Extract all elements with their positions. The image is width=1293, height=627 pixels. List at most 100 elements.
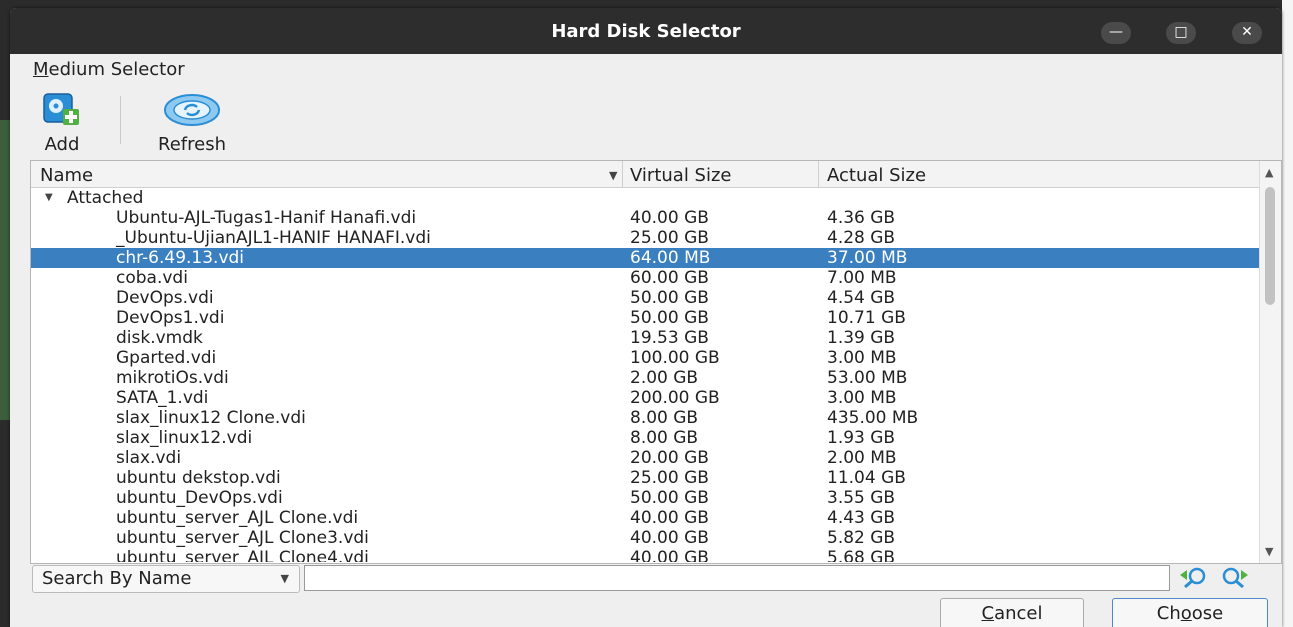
search-previous-icon[interactable] bbox=[1177, 567, 1211, 589]
virtual-size-cell: 50.00 GB bbox=[630, 488, 709, 508]
title-bar[interactable]: Hard Disk Selector — □ ✕ bbox=[10, 8, 1282, 54]
table-row[interactable]: Ubuntu-AJL-Tugas1-Hanif Hanafi.vdi 40.00 … bbox=[31, 208, 1259, 228]
refresh-label: Refresh bbox=[158, 134, 226, 155]
sort-indicator-icon: ▼ bbox=[609, 169, 618, 182]
table-row[interactable]: ubuntu_server_AJL Clone4.vdi 40.00 GB 5.68… bbox=[31, 548, 1259, 562]
virtual-size-cell: 60.00 GB bbox=[630, 268, 709, 288]
virtual-size-cell: 64.00 MB bbox=[630, 248, 711, 268]
actual-size-cell: 2.00 MB bbox=[827, 448, 897, 468]
column-divider[interactable] bbox=[622, 161, 623, 187]
table-row[interactable]: SATA_1.vdi 200.00 GB 3.00 MB bbox=[31, 388, 1259, 408]
virtual-size-cell: 40.00 GB bbox=[630, 508, 709, 528]
group-row-attached[interactable]: ▼ Attached bbox=[31, 188, 1259, 208]
actual-size-cell: 10.71 GB bbox=[827, 308, 906, 328]
medium-name-cell: mikrotiOs.vdi bbox=[116, 368, 229, 388]
medium-name-cell: ubuntu_server_AJL Clone.vdi bbox=[116, 508, 359, 528]
actual-size-cell: 5.82 GB bbox=[827, 528, 896, 548]
table-row[interactable]: ubuntu_server_AJL Clone3.vdi 40.00 GB 5.82… bbox=[31, 528, 1259, 548]
table-row[interactable]: DevOps.vdi 50.00 GB 4.54 GB bbox=[31, 288, 1259, 308]
virtual-size-cell: 25.00 GB bbox=[630, 468, 709, 488]
actual-size-cell: 11.04 GB bbox=[827, 468, 906, 488]
actual-size-cell: 435.00 MB bbox=[827, 408, 919, 428]
medium-name-cell: ubuntu_DevOps.vdi bbox=[116, 488, 283, 508]
choose-label-start: Ch bbox=[1156, 603, 1181, 624]
scroll-up-arrow-icon[interactable]: ▲ bbox=[1265, 166, 1273, 179]
add-label: Add bbox=[44, 134, 80, 155]
table-row[interactable]: mikrotiOs.vdi 2.00 GB 53.00 MB bbox=[31, 368, 1259, 388]
column-header-virtual-size[interactable]: Virtual Size bbox=[630, 165, 732, 186]
background-app-fragment bbox=[1282, 0, 1293, 627]
table-row[interactable]: chr-6.49.13.vdi 64.00 MB 37.00 MB bbox=[31, 248, 1259, 268]
table-row[interactable]: ubuntu_server_AJL Clone.vdi 40.00 GB 4.43 … bbox=[31, 508, 1259, 528]
virtual-size-cell: 40.00 GB bbox=[630, 208, 709, 228]
medium-name-cell: ubuntu dekstop.vdi bbox=[116, 468, 281, 488]
table-row[interactable]: ubuntu dekstop.vdi 25.00 GB 11.04 GB bbox=[31, 468, 1259, 488]
virtual-size-cell: 8.00 GB bbox=[630, 408, 699, 428]
choose-button[interactable]: Choose bbox=[1112, 598, 1268, 627]
toolbar-separator bbox=[120, 96, 121, 144]
virtual-size-cell: 50.00 GB bbox=[630, 308, 709, 328]
table-row[interactable]: slax_linux12.vdi 8.00 GB 1.93 GB bbox=[31, 428, 1259, 448]
virtual-size-cell: 40.00 GB bbox=[630, 548, 709, 562]
choose-mnemonic: o bbox=[1180, 603, 1192, 624]
medium-name-cell: coba.vdi bbox=[116, 268, 188, 288]
virtual-size-cell: 19.53 GB bbox=[630, 328, 709, 348]
virtual-size-cell: 50.00 GB bbox=[630, 288, 709, 308]
minimize-button[interactable]: — bbox=[1101, 22, 1131, 44]
menu-label: edium Selector bbox=[48, 59, 185, 80]
actual-size-cell: 4.43 GB bbox=[827, 508, 896, 528]
virtual-size-cell: 200.00 GB bbox=[630, 388, 720, 408]
search-input[interactable] bbox=[304, 565, 1170, 591]
table-row[interactable]: DevOps1.vdi 50.00 GB 10.71 GB bbox=[31, 308, 1259, 328]
table-row[interactable]: slax.vdi 20.00 GB 2.00 MB bbox=[31, 448, 1259, 468]
add-button[interactable]: Add bbox=[34, 92, 90, 155]
menu-medium-selector[interactable]: Medium Selector bbox=[33, 59, 185, 80]
medium-name-cell: slax.vdi bbox=[116, 448, 182, 468]
scrollbar-thumb[interactable] bbox=[1265, 187, 1275, 305]
actual-size-cell: 7.00 MB bbox=[827, 268, 897, 288]
medium-name-cell: _Ubuntu-UjianAJL1-HANIF HANAFI.vdi bbox=[116, 228, 431, 248]
column-divider[interactable] bbox=[818, 161, 819, 187]
actual-size-cell: 37.00 MB bbox=[827, 248, 908, 268]
actual-size-cell: 1.39 GB bbox=[827, 328, 896, 348]
column-header-actual-size[interactable]: Actual Size bbox=[827, 165, 926, 186]
column-header-name[interactable]: Name bbox=[40, 165, 93, 186]
maximize-button[interactable]: □ bbox=[1166, 22, 1196, 44]
table-row[interactable]: coba.vdi 60.00 GB 7.00 MB bbox=[31, 268, 1259, 288]
actual-size-cell: 4.28 GB bbox=[827, 228, 896, 248]
medium-name-cell: Ubuntu-AJL-Tugas1-Hanif Hanafi.vdi bbox=[116, 208, 417, 228]
cancel-mnemonic: C bbox=[981, 603, 995, 624]
cancel-button[interactable]: Cancel bbox=[940, 598, 1084, 627]
actual-size-cell: 53.00 MB bbox=[827, 368, 908, 388]
hard-disk-selector-dialog: Hard Disk Selector — □ ✕ Medium Selector… bbox=[10, 8, 1282, 627]
actual-size-cell: 4.54 GB bbox=[827, 288, 896, 308]
actual-size-cell: 3.00 MB bbox=[827, 348, 897, 368]
close-button[interactable]: ✕ bbox=[1232, 22, 1262, 44]
actual-size-cell: 1.93 GB bbox=[827, 428, 896, 448]
background-app-fragment bbox=[0, 120, 10, 420]
table-header: Name ▼ Virtual Size Actual Size bbox=[31, 161, 1259, 188]
vertical-scrollbar[interactable]: ▲ ▼ bbox=[1259, 161, 1281, 563]
medium-name-cell: Gparted.vdi bbox=[116, 348, 217, 368]
media-tree[interactable]: Name ▼ Virtual Size Actual Size ▼ Attach… bbox=[30, 160, 1282, 564]
search-mode-combo[interactable]: Search By Name ▼ bbox=[32, 565, 300, 593]
table-row[interactable]: slax_linux12 Clone.vdi 8.00 GB 435.00 MB bbox=[31, 408, 1259, 428]
virtual-size-cell: 100.00 GB bbox=[630, 348, 720, 368]
table-rows: ▼ Attached Ubuntu-AJL-Tugas1-Hanif Hanaf… bbox=[31, 188, 1259, 562]
actual-size-cell: 3.00 MB bbox=[827, 388, 897, 408]
expand-arrow-icon[interactable]: ▼ bbox=[45, 188, 53, 208]
table-row[interactable]: ubuntu_DevOps.vdi 50.00 GB 3.55 GB bbox=[31, 488, 1259, 508]
table-row[interactable]: disk.vmdk 19.53 GB 1.39 GB bbox=[31, 328, 1259, 348]
table-row[interactable]: _Ubuntu-UjianAJL1-HANIF HANAFI.vdi 25.00 … bbox=[31, 228, 1259, 248]
search-next-icon[interactable] bbox=[1217, 567, 1251, 589]
window-title: Hard Disk Selector bbox=[551, 21, 741, 42]
group-label: Attached bbox=[67, 188, 144, 208]
toolbar: Add Refresh bbox=[10, 82, 1282, 162]
scroll-down-arrow-icon[interactable]: ▼ bbox=[1265, 545, 1273, 558]
refresh-icon bbox=[164, 94, 220, 126]
table-row[interactable]: Gparted.vdi 100.00 GB 3.00 MB bbox=[31, 348, 1259, 368]
virtual-size-cell: 40.00 GB bbox=[630, 528, 709, 548]
add-disk-icon bbox=[43, 93, 79, 125]
search-bar: Search By Name ▼ bbox=[30, 563, 1280, 593]
refresh-button[interactable]: Refresh bbox=[140, 92, 244, 155]
